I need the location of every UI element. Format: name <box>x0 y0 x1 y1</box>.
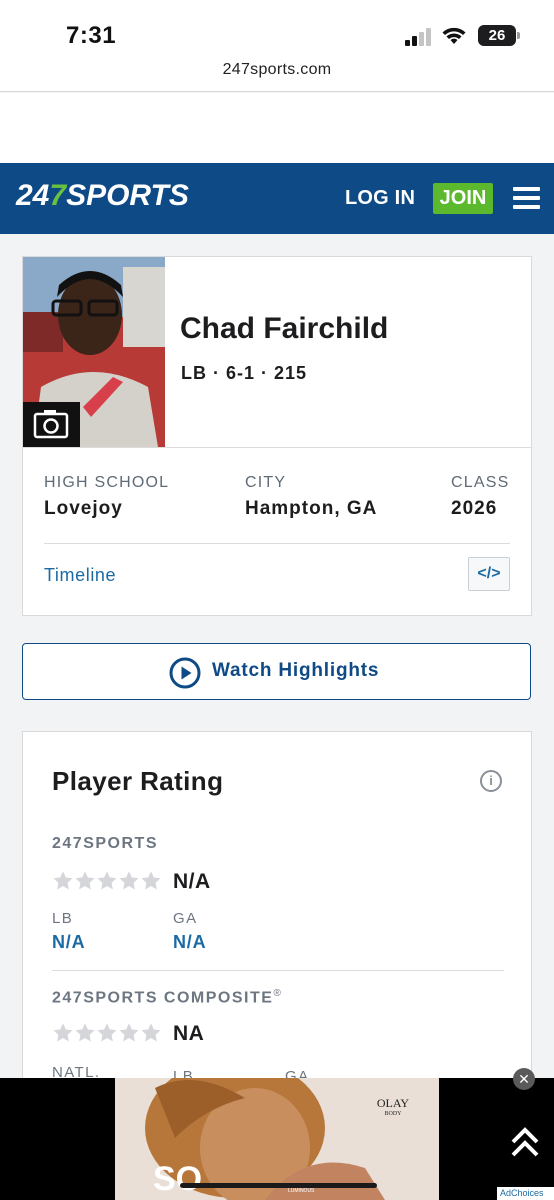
home-indicator <box>180 1183 377 1188</box>
watch-highlights-label: Watch Highlights <box>212 660 380 681</box>
ad-headline: SO <box>153 1160 203 1198</box>
state-rank-value[interactable]: N/A <box>173 932 206 953</box>
position-rank-label: LB <box>52 910 74 927</box>
wifi-icon <box>442 27 466 44</box>
adchoices-icon[interactable]: AdChoices <box>497 1187 554 1200</box>
class-value[interactable]: 2026 <box>451 498 497 520</box>
ios-status-bar: 7:31 26 247sports.com <box>0 0 554 92</box>
divider <box>23 447 531 448</box>
star-icon <box>52 1022 74 1044</box>
bottom-ad-banner[interactable]: OLAY BODY SO LUMINOUS <box>0 1078 554 1200</box>
star-icon <box>74 870 96 892</box>
player-profile-card: Chad Fairchild LB · 6-1 · 215 HIGH SCHOO… <box>22 256 532 616</box>
address-bar[interactable]: 247sports.com <box>0 61 554 79</box>
star-icon <box>140 1022 162 1044</box>
rating-composite-label: 247SPORTS COMPOSITE® <box>52 988 283 1007</box>
status-time: 7:31 <box>66 22 117 49</box>
ad-image[interactable]: OLAY BODY SO LUMINOUS <box>115 1078 439 1200</box>
battery-icon: 26 <box>478 25 520 46</box>
ad-brand: OLAY BODY <box>376 1096 410 1117</box>
star-icon <box>118 870 140 892</box>
timeline-link[interactable]: Timeline <box>44 565 116 586</box>
ad-tag: LUMINOUS <box>288 1188 315 1194</box>
city-label: CITY <box>245 474 287 491</box>
site-logo[interactable]: 247SPORTS <box>16 179 189 213</box>
star-icon <box>118 1022 140 1044</box>
rating-247-score: N/A <box>173 870 211 893</box>
cellular-signal-icon <box>405 28 433 46</box>
scroll-to-top-icon[interactable] <box>507 1122 543 1162</box>
camera-icon[interactable] <box>23 402 80 447</box>
class-label: CLASS <box>451 474 510 491</box>
city-value: Hampton, GA <box>245 498 378 519</box>
top-ad-slot <box>0 93 554 163</box>
rating-title: Player Rating <box>52 766 224 796</box>
ad-close-button[interactable]: ✕ <box>513 1068 535 1090</box>
star-icon <box>140 870 162 892</box>
high-school-value[interactable]: Lovejoy <box>44 498 123 520</box>
star-icon <box>96 870 118 892</box>
player-name: Chad Fairchild <box>180 312 389 345</box>
join-button[interactable]: JOIN <box>433 183 493 214</box>
login-link[interactable]: LOG IN <box>345 187 415 210</box>
divider <box>44 543 510 544</box>
star-rating-composite <box>52 1022 164 1044</box>
rating-247-label: 247SPORTS <box>52 835 158 852</box>
high-school-label: HIGH SCHOOL <box>44 474 170 491</box>
star-icon <box>52 870 74 892</box>
player-photo[interactable] <box>23 257 165 447</box>
rating-composite-score: NA <box>173 1022 205 1045</box>
hamburger-menu-icon[interactable] <box>513 187 540 209</box>
play-circle-icon <box>169 657 201 689</box>
star-icon <box>74 1022 96 1044</box>
state-rank-label: GA <box>173 910 198 927</box>
star-icon <box>96 1022 118 1044</box>
divider <box>52 970 504 971</box>
star-rating-247 <box>52 870 164 892</box>
position-rank-value[interactable]: N/A <box>52 932 85 953</box>
player-position-size: LB · 6-1 · 215 <box>181 363 308 383</box>
info-icon[interactable]: i <box>480 770 502 792</box>
player-rating-card: Player Rating i 247SPORTS N/A LB N/A GA … <box>22 731 532 1091</box>
code-embed-icon[interactable]: </> <box>468 557 510 591</box>
watch-highlights-button[interactable]: Watch Highlights <box>22 643 531 700</box>
